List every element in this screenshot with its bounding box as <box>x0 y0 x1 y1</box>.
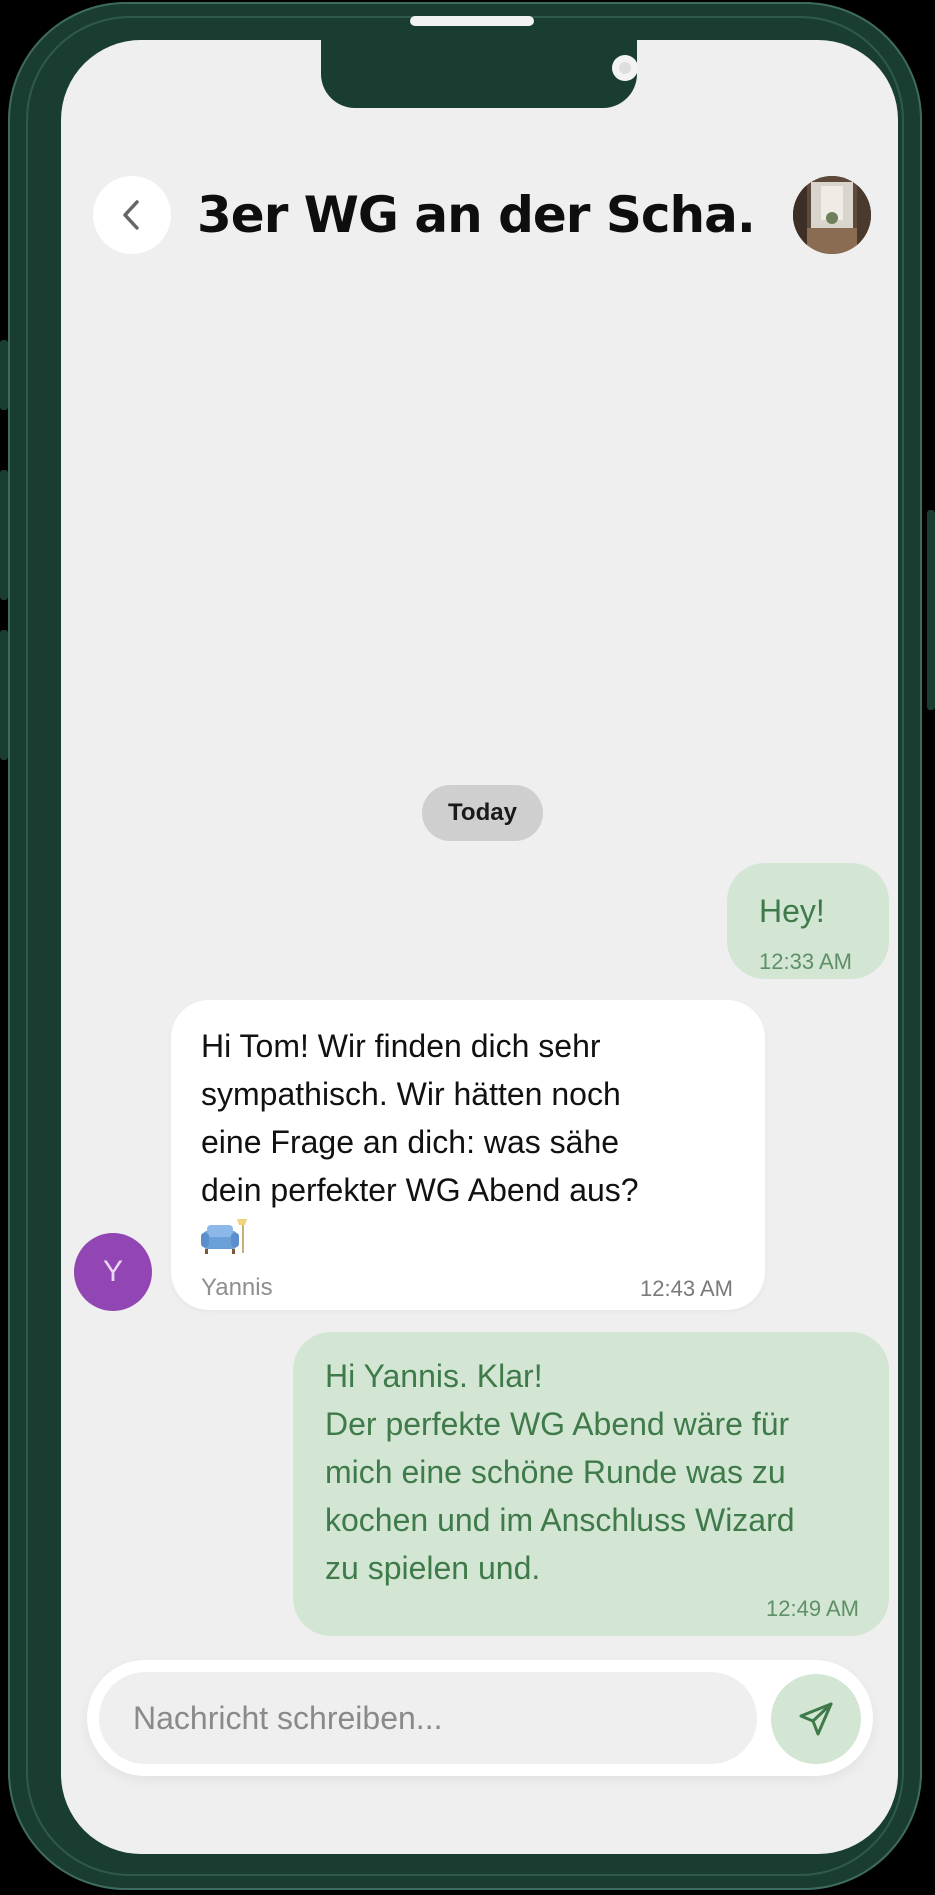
send-button[interactable] <box>771 1674 861 1764</box>
chevron-left-icon <box>123 200 139 230</box>
message-input[interactable] <box>99 1672 757 1764</box>
speaker-grill <box>410 16 534 26</box>
camera-icon <box>612 55 638 81</box>
couch-icon <box>201 1219 247 1254</box>
sender-name: Yannis <box>201 1274 273 1301</box>
volume-down-button <box>0 630 8 760</box>
notch <box>321 40 638 108</box>
message-time: 12:49 AM <box>766 1596 859 1621</box>
chat-title[interactable]: 3er WG an der Scha... <box>197 178 757 252</box>
phone-frame: 3er WG an der Scha... Today Hey! 12:33 A… <box>8 2 922 1890</box>
message-text: Hi Tom! Wir finden dich sehr sympathisch… <box>201 1028 639 1208</box>
message-time: 12:43 AM <box>640 1276 733 1301</box>
message-time: 12:33 AM <box>759 949 852 974</box>
message-text: Hi Yannis. Klar! Der perfekte WG Abend w… <box>325 1358 795 1586</box>
room-photo-image <box>793 176 871 254</box>
message-composer <box>87 1660 873 1776</box>
message-text: Hey! <box>759 893 825 929</box>
mute-switch <box>0 340 8 410</box>
message-bubble-outgoing[interactable]: Hey! 12:33 AM <box>727 863 889 979</box>
volume-up-button <box>0 470 8 600</box>
message-bubble-outgoing[interactable]: Hi Yannis. Klar! Der perfekte WG Abend w… <box>293 1332 889 1636</box>
message-bubble-incoming[interactable]: Hi Tom! Wir finden dich sehr sympathisch… <box>171 1000 765 1310</box>
avatar[interactable]: Y <box>74 1233 152 1311</box>
chat-screen: 3er WG an der Scha... Today Hey! 12:33 A… <box>61 40 898 1854</box>
group-avatar[interactable] <box>793 176 871 254</box>
power-button <box>927 510 935 710</box>
send-icon <box>799 1702 833 1736</box>
date-separator: Today <box>422 785 543 841</box>
back-button[interactable] <box>93 176 171 254</box>
